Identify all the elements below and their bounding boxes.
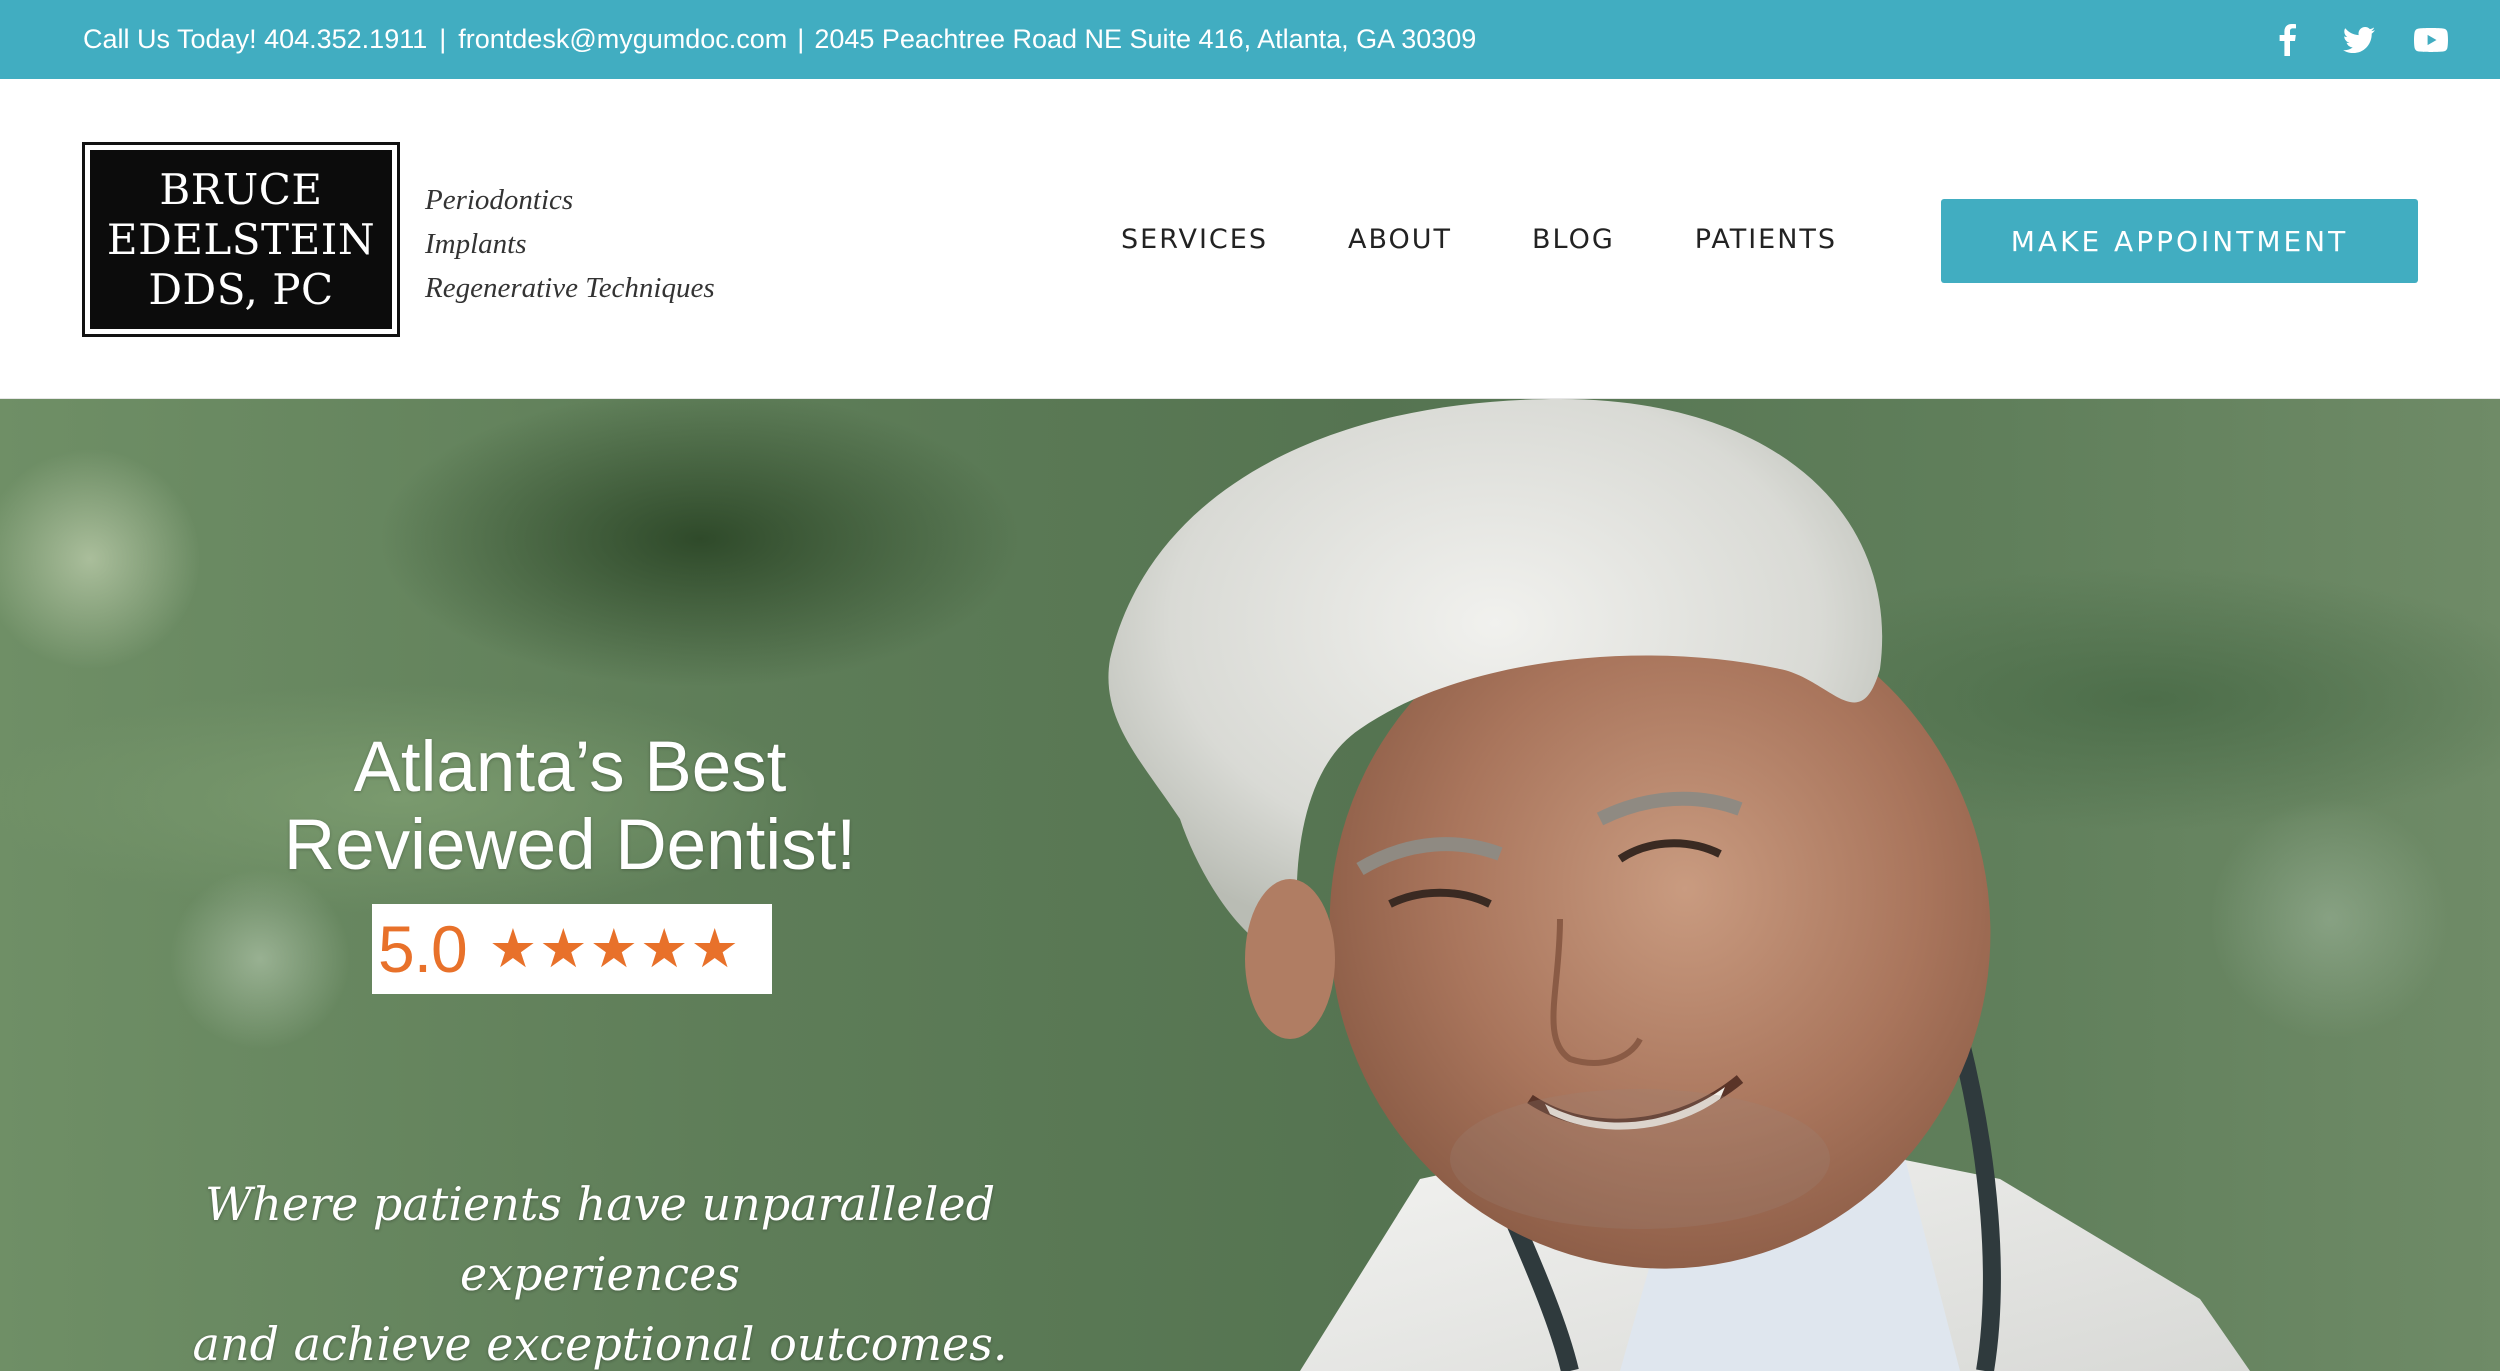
hero-subtitle-line: and achieve exceptional outcomes.	[192, 1317, 1008, 1371]
rating-stars: ★ ★ ★ ★ ★	[489, 922, 739, 976]
make-appointment-button[interactable]: MAKE APPOINTMENT	[1941, 199, 2418, 283]
star-icon: ★	[640, 919, 689, 979]
rating-value: 5.0	[378, 912, 468, 986]
tagline-line: Periodontics	[425, 184, 574, 216]
tagline-line: Regenerative Techniques	[425, 272, 715, 304]
hero-subtitle-line: Where patients have unparalleled experie…	[204, 1177, 996, 1301]
logo-line: DDS, PC	[148, 264, 334, 314]
nav-item-services[interactable]: SERVICES	[1121, 224, 1268, 255]
star-icon: ★	[488, 919, 538, 979]
nav-item-patients[interactable]: PATIENTS	[1695, 224, 1837, 255]
hero-title: Atlanta’s Best Reviewed Dentist!	[230, 729, 910, 885]
star-icon: ★	[589, 919, 639, 979]
tagline-line: Implants	[425, 228, 527, 260]
youtube-icon[interactable]	[2414, 23, 2448, 57]
star-icon: ★	[539, 919, 588, 979]
tagline: Periodontics Implants Regenerative Techn…	[425, 178, 715, 310]
site-header: BRUCE EDELSTEIN DDS, PC Periodontics Imp…	[0, 79, 2500, 399]
nav-item-blog[interactable]: BLOG	[1532, 224, 1615, 255]
logo-line: BRUCE	[159, 164, 323, 214]
separator: |	[439, 24, 447, 54]
main-nav: SERVICES ABOUT BLOG PATIENTS	[1121, 79, 1917, 399]
social-links	[2270, 0, 2448, 79]
logo-line: EDELSTEIN	[106, 214, 376, 264]
logo-text: BRUCE EDELSTEIN DDS, PC	[90, 150, 392, 329]
contact-info: Call Us Today! 404.352.1911 | frontdesk@…	[83, 0, 1476, 79]
hero-title-line: Atlanta’s Best	[353, 728, 787, 807]
hero-title-line: Reviewed Dentist!	[283, 806, 857, 885]
address-text: 2045 Peachtree Road NE Suite 416, Atlant…	[814, 24, 1477, 54]
top-bar: Call Us Today! 404.352.1911 | frontdesk@…	[0, 0, 2500, 79]
email-link[interactable]: frontdesk@mygumdoc.com	[458, 24, 787, 55]
facebook-icon[interactable]	[2270, 23, 2304, 57]
separator: |	[797, 24, 805, 54]
star-icon: ★	[690, 919, 739, 979]
call-us-link[interactable]: Call Us Today! 404.352.1911	[83, 24, 427, 55]
hero-banner: Atlanta’s Best Reviewed Dentist! 5.0 ★ ★ ★…	[0, 399, 2500, 1371]
nav-item-about[interactable]: ABOUT	[1348, 224, 1452, 255]
logo[interactable]: BRUCE EDELSTEIN DDS, PC	[82, 142, 400, 337]
rating-badge[interactable]: 5.0 ★ ★ ★ ★ ★	[372, 904, 772, 994]
twitter-icon[interactable]	[2342, 23, 2376, 57]
hero-subtitle: Where patients have unparalleled experie…	[80, 1169, 1120, 1371]
